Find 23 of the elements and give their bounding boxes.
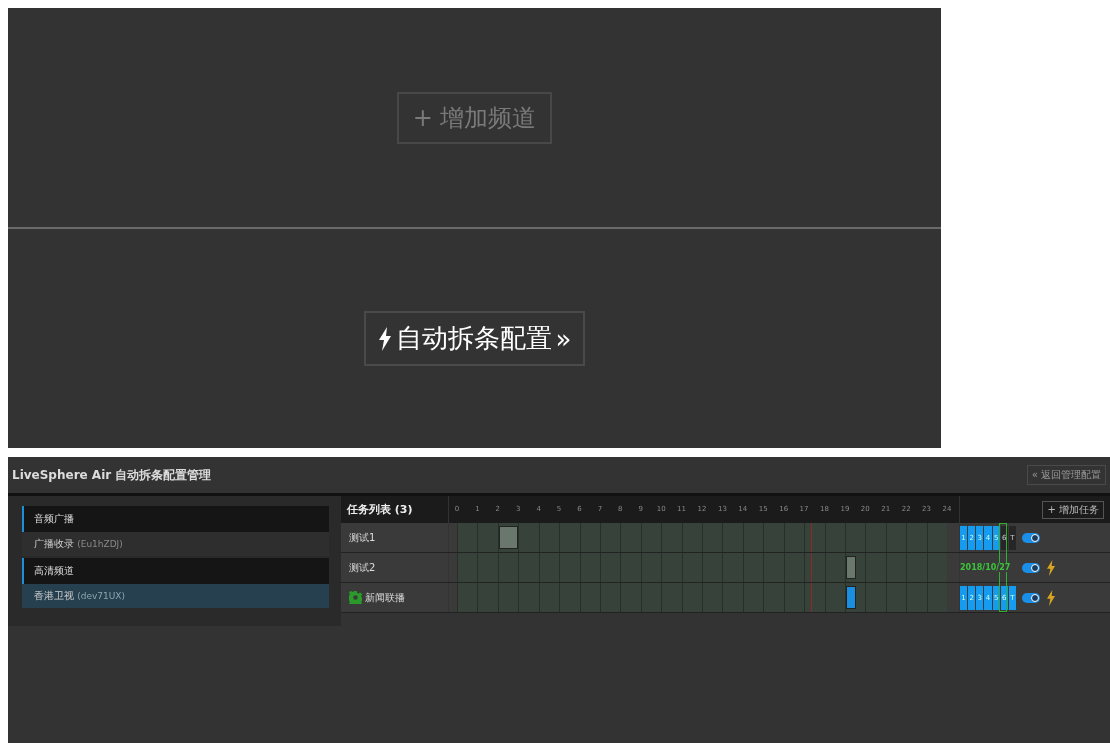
task-name: 测试1 bbox=[349, 530, 376, 545]
back-button[interactable]: « 返回管理配置 bbox=[1026, 465, 1106, 485]
lightning-icon bbox=[1046, 559, 1056, 576]
task-name: 测试2 bbox=[349, 560, 376, 575]
lightning-icon bbox=[377, 326, 392, 351]
channel-item[interactable]: 香港卫视 (dev71UX) bbox=[22, 584, 329, 608]
app-title: LiveSphere Air 自动拆条配置管理 bbox=[12, 466, 212, 484]
auto-config-button[interactable]: 自动拆条配置» bbox=[363, 311, 586, 366]
gear-icon bbox=[349, 591, 362, 604]
channel-group-title: 音频广播 bbox=[22, 506, 329, 532]
channel-item[interactable]: 广播收录 (Eu1hZDJ) bbox=[22, 532, 329, 556]
schedule-block[interactable] bbox=[846, 556, 856, 579]
channel-group-title: 高清频道 bbox=[22, 558, 329, 584]
task-name: 新闻联播 bbox=[365, 590, 405, 605]
lightning-icon bbox=[1046, 589, 1056, 606]
task-date: 2018/10/27 bbox=[960, 563, 1012, 572]
enable-switch[interactable] bbox=[1022, 532, 1040, 543]
add-task-button[interactable]: + 增加任务 bbox=[1042, 500, 1104, 519]
schedule-block[interactable] bbox=[846, 586, 856, 609]
enable-switch[interactable] bbox=[1022, 562, 1040, 573]
add-channel-button[interactable]: + 增加频道 bbox=[396, 91, 553, 144]
schedule-block[interactable] bbox=[498, 526, 519, 549]
enable-switch[interactable] bbox=[1022, 592, 1040, 603]
